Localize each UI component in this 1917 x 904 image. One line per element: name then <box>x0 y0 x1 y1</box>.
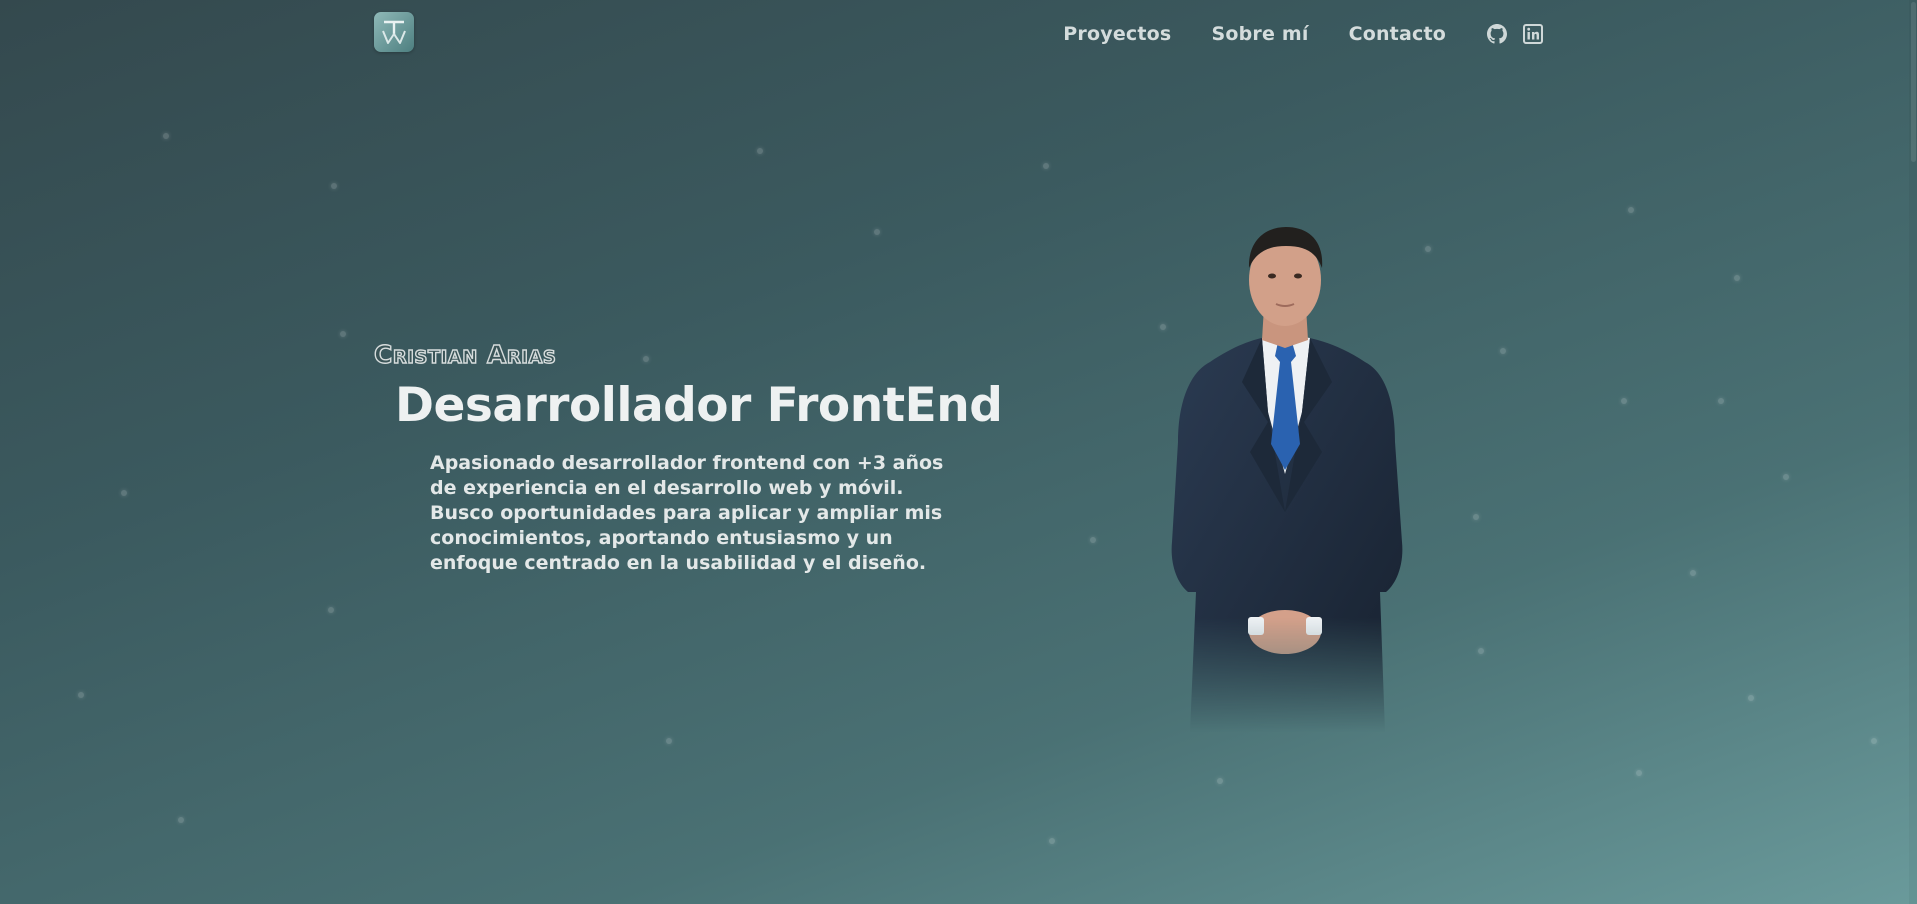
intro-line: de experiencia en el desarrollo web y mó… <box>430 477 904 499</box>
monogram-logo-icon[interactable] <box>374 12 414 52</box>
linkedin-icon[interactable] <box>1522 23 1544 45</box>
main-nav: Proyectos Sobre mí Contacto <box>1063 12 1544 56</box>
profile-portrait <box>1150 212 1420 732</box>
github-icon[interactable] <box>1486 23 1508 45</box>
hero-name: Cristian Arias <box>373 339 557 369</box>
hero-intro: Apasionado desarrollador frontend con +3… <box>430 451 950 576</box>
starfield-background <box>0 0 1917 904</box>
intro-line: enfoque centrado en la usabilidad y el d… <box>430 552 927 574</box>
scrollbar[interactable] <box>1909 0 1917 904</box>
nav-link-sobre-mi[interactable]: Sobre mí <box>1211 23 1308 45</box>
scrollbar-thumb[interactable] <box>1911 2 1916 162</box>
intro-line: Apasionado desarrollador frontend con +3… <box>430 452 944 474</box>
nav-link-proyectos[interactable]: Proyectos <box>1063 23 1171 45</box>
intro-line: Busco oportunidades para aplicar y ampli… <box>430 502 943 524</box>
hero-role-title: Desarrollador FrontEnd <box>395 378 1003 433</box>
site-header: Proyectos Sobre mí Contacto <box>374 12 1544 56</box>
nav-link-contacto[interactable]: Contacto <box>1349 23 1446 45</box>
intro-line: conocimientos, aportando entusiasmo y un <box>430 527 893 549</box>
